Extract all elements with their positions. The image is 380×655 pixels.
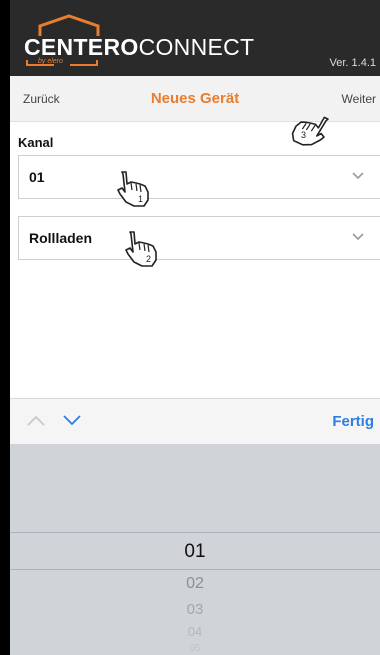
logo-bracket-right	[70, 60, 98, 66]
brand-sub: by elero	[38, 58, 63, 65]
page-title: Neues Gerät	[150, 90, 240, 107]
app-header: CENTEROCONNECT by elero Ver. 1.4.1	[10, 0, 380, 76]
app-screen: CENTEROCONNECT by elero Ver. 1.4.1 Zurüc…	[10, 0, 380, 655]
next-button[interactable]: Weiter	[342, 92, 376, 106]
channel-select-value: 01	[29, 169, 45, 185]
channel-label: Kanal	[18, 135, 54, 150]
pointing-hand-icon: 2	[125, 231, 157, 267]
picker-option[interactable]: 01	[10, 541, 380, 563]
pointing-hand-icon: 3	[291, 116, 329, 146]
brand-name: CENTEROCONNECT	[24, 34, 255, 60]
version-label: Ver. 1.4.1	[329, 57, 376, 69]
keyboard-accessory-toolbar: Fertig	[10, 398, 380, 444]
chevron-down-icon[interactable]	[62, 413, 82, 427]
chevron-down-icon	[352, 233, 364, 241]
picker-option[interactable]: 03	[10, 601, 380, 618]
step-number-2: 2	[146, 254, 151, 264]
centero-connect-logo: CENTEROCONNECT by elero	[24, 14, 254, 70]
picker-option[interactable]: 04	[10, 624, 380, 639]
done-button[interactable]: Fertig	[332, 413, 374, 430]
step-number-1: 1	[138, 194, 143, 204]
pointing-hand-icon: 1	[117, 171, 149, 207]
picker-option[interactable]: 05	[10, 643, 380, 654]
device-frame: CENTEROCONNECT by elero Ver. 1.4.1 Zurüc…	[0, 0, 380, 655]
device-type-select-value: Rollladen	[29, 230, 93, 246]
channel-picker-wheel[interactable]: 01 02 03 04 05	[10, 444, 380, 655]
chevron-up-icon[interactable]	[26, 413, 46, 427]
chevron-down-icon	[352, 172, 364, 180]
device-type-select[interactable]: Rollladen	[18, 216, 380, 260]
channel-select[interactable]: 01	[18, 155, 380, 199]
step-number-3: 3	[301, 130, 306, 140]
picker-option[interactable]: 02	[10, 575, 380, 593]
